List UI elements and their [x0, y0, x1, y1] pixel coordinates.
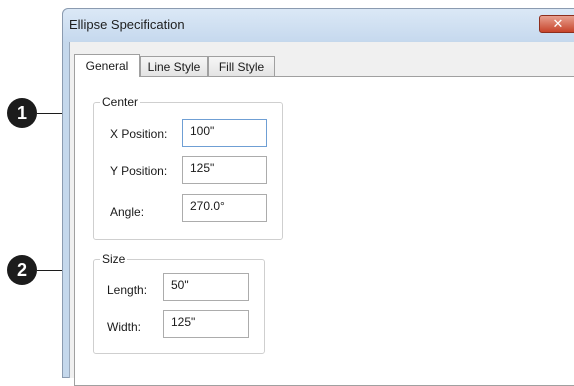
tab-general[interactable]: General	[74, 54, 140, 77]
angle-input[interactable]: 270.0°	[182, 194, 267, 222]
x-position-label: X Position:	[110, 127, 168, 141]
length-input[interactable]: 50"	[163, 273, 249, 301]
width-label: Width:	[107, 320, 142, 334]
ellipse-specification-dialog: Ellipse Specification ✕ General Line Sty…	[62, 8, 574, 386]
title-bar[interactable]: Ellipse Specification ✕	[63, 9, 574, 41]
y-position-input[interactable]: 125"	[182, 156, 267, 184]
length-label: Length:	[107, 283, 148, 297]
center-group-legend: Center	[100, 95, 141, 109]
dialog-title: Ellipse Specification	[69, 17, 185, 32]
general-tab-panel: Center X Position: 100" Y Position: 125"…	[74, 76, 574, 386]
dialog-client-area: General Line Style Fill Style Center X P…	[69, 42, 574, 386]
size-group-legend: Size	[100, 252, 128, 266]
width-input[interactable]: 125"	[163, 310, 249, 338]
tab-fill-style-label: Fill Style	[218, 59, 265, 74]
tab-line-style-label: Line Style	[147, 59, 201, 74]
tab-line-style[interactable]: Line Style	[140, 56, 208, 76]
tab-general-label: General	[85, 59, 129, 73]
size-group: Size Length: 50" Width: 125"	[93, 252, 265, 354]
tab-fill-style[interactable]: Fill Style	[208, 56, 275, 76]
close-button[interactable]: ✕	[539, 15, 574, 33]
center-group: Center X Position: 100" Y Position: 125"…	[93, 95, 283, 240]
x-position-input[interactable]: 100"	[182, 119, 267, 147]
callout-1: 1	[7, 98, 37, 128]
close-icon: ✕	[552, 16, 564, 31]
y-position-label: Y Position:	[110, 164, 168, 178]
callout-2: 2	[7, 255, 37, 285]
angle-label: Angle:	[110, 205, 145, 219]
